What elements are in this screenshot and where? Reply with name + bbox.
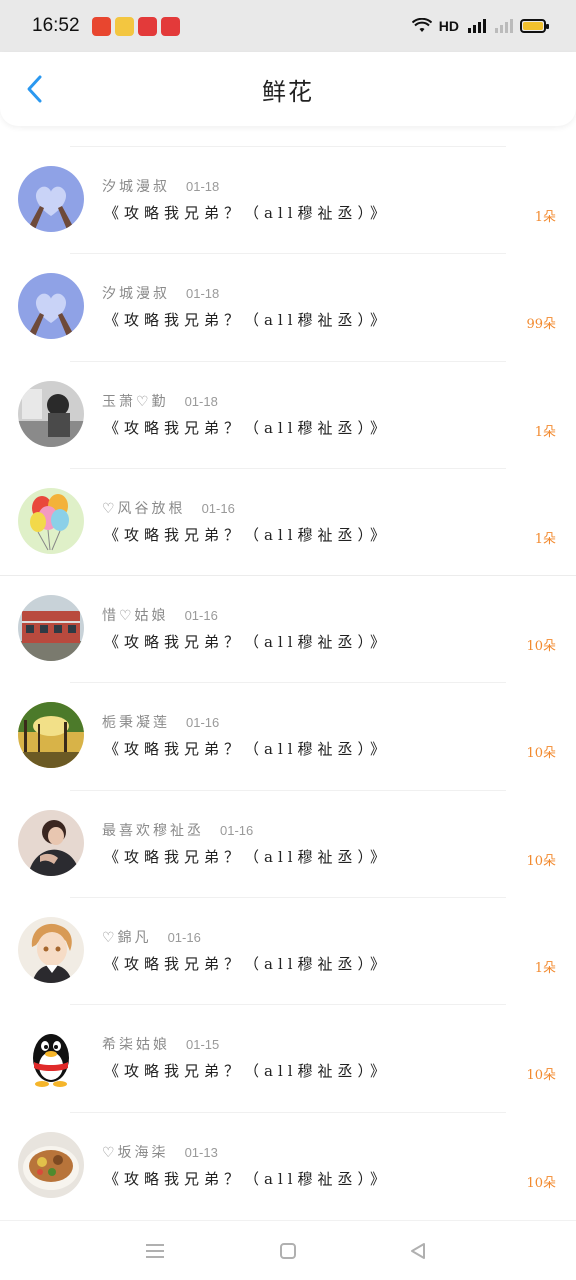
row-divider — [70, 253, 506, 255]
bw-photo-avatar[interactable] — [18, 380, 84, 447]
item-title: 《攻略我兄弟？（all穆祉丞）》 — [104, 525, 391, 544]
app-notification-icon — [114, 16, 134, 36]
flower-amount: 1朵 — [534, 531, 556, 547]
row-divider — [70, 1004, 506, 1006]
app-root: 16:52 HD 鲜花 汐城漫叔 01-18 《攻略我兄弟？（all穆祉丞）》 … — [0, 0, 576, 1280]
username: 惜♡姑娘 — [102, 608, 169, 625]
signal-icon — [468, 19, 486, 33]
menu-button[interactable] — [143, 1239, 167, 1263]
username: 汐城漫叔 — [102, 286, 170, 303]
app-notification-icon — [137, 16, 157, 36]
username: 汐城漫叔 — [102, 179, 170, 195]
row-divider — [70, 897, 506, 899]
username: ♡錦凡 — [102, 930, 152, 947]
date: 01-16 — [220, 822, 254, 838]
date: 01-13 — [184, 1144, 218, 1160]
gift-list: 汐城漫叔 01-18 《攻略我兄弟？（all穆祉丞）》 1朵 汐城漫叔 01-1… — [0, 146, 576, 1219]
penguin-avatar[interactable] — [18, 1024, 84, 1091]
item-title: 《攻略我兄弟？（all穆祉丞）》 — [104, 1062, 391, 1081]
row-divider — [70, 682, 506, 684]
nav-back-button[interactable] — [406, 1239, 430, 1263]
list-item[interactable]: 最喜欢穆祉丞 01-16 《攻略我兄弟？（all穆祉丞）》 10朵 — [0, 789, 576, 897]
date: 01-15 — [186, 1037, 220, 1053]
username: ♡风谷放根 — [102, 500, 186, 517]
flower-amount: 1朵 — [534, 424, 556, 440]
flower-amount: 99朵 — [526, 317, 556, 333]
item-title: 《攻略我兄弟？（all穆祉丞）》 — [104, 633, 391, 652]
app-notification-icon — [160, 16, 180, 36]
battery-icon — [520, 19, 549, 33]
date: 01-18 — [184, 393, 218, 409]
list-item[interactable]: 汐城漫叔 01-18 《攻略我兄弟？（all穆祉丞）》 1朵 — [0, 146, 576, 253]
date: 01-18 — [186, 179, 220, 194]
date: 01-16 — [201, 500, 235, 516]
flower-amount: 10朵 — [526, 853, 556, 869]
row-divider — [70, 789, 506, 791]
flower-amount: 1朵 — [534, 210, 556, 225]
app-notification-icon — [91, 16, 111, 36]
battery-level — [523, 22, 543, 30]
home-icon — [280, 1243, 296, 1259]
flower-amount: 10朵 — [526, 746, 556, 762]
list-item[interactable]: ♡坂海柒 01-13 《攻略我兄弟？（all穆祉丞）》 10朵 — [0, 1111, 576, 1219]
wifi-icon — [411, 18, 432, 32]
home-button[interactable] — [276, 1239, 300, 1263]
date: 01-16 — [167, 930, 201, 946]
item-title: 《攻略我兄弟？（all穆祉丞）》 — [104, 847, 391, 866]
flower-amount: 10朵 — [526, 639, 556, 655]
item-title: 《攻略我兄弟？（all穆祉丞）》 — [104, 311, 391, 330]
menu-icon — [146, 1244, 164, 1258]
balloons-avatar[interactable] — [18, 487, 84, 554]
row-divider — [0, 575, 576, 577]
back-button[interactable] — [18, 72, 52, 106]
list-item[interactable]: 玉萧♡勤 01-18 《攻略我兄弟？（all穆祉丞）》 1朵 — [0, 360, 576, 468]
flower-amount: 1朵 — [534, 961, 556, 977]
person-photo-avatar[interactable] — [18, 809, 84, 876]
username: ♡坂海柒 — [102, 1144, 169, 1161]
list-item[interactable]: 惜♡姑娘 01-16 《攻略我兄弟？（all穆祉丞）》 10朵 — [0, 575, 576, 682]
heart-hands-avatar[interactable] — [18, 166, 84, 232]
row-divider — [70, 1111, 506, 1113]
username: 希柒姑娘 — [102, 1037, 170, 1054]
page-title: 鲜花 — [262, 77, 314, 106]
system-nav-bar — [0, 1220, 576, 1280]
date: 01-16 — [184, 608, 218, 624]
item-title: 《攻略我兄弟？（all穆祉丞）》 — [104, 204, 391, 222]
flower-amount: 10朵 — [526, 1068, 556, 1084]
item-title: 《攻略我兄弟？（all穆祉丞）》 — [104, 1169, 391, 1188]
forest-avatar[interactable] — [18, 702, 84, 769]
item-title: 《攻略我兄弟？（all穆祉丞）》 — [104, 418, 391, 437]
chevron-left-icon — [27, 75, 42, 103]
date: 01-18 — [186, 286, 220, 302]
signal-weak-icon — [495, 19, 513, 33]
food-bowl-avatar[interactable] — [18, 1131, 84, 1198]
status-indicators: HD — [411, 18, 549, 34]
network-label: HD — [438, 18, 459, 34]
list-item[interactable]: 希柒姑娘 01-15 《攻略我兄弟？（all穆祉丞）》 10朵 — [0, 1004, 576, 1111]
status-time: 16:52 — [32, 15, 80, 36]
row-divider — [70, 360, 506, 362]
username: 最喜欢穆祉丞 — [102, 822, 204, 839]
username: 栀秉凝莲 — [102, 715, 170, 732]
heart-hands-avatar[interactable] — [18, 273, 84, 340]
building-avatar[interactable] — [18, 595, 84, 662]
anime-boy-avatar[interactable] — [18, 917, 84, 984]
item-title: 《攻略我兄弟？（all穆祉丞）》 — [104, 955, 391, 974]
row-divider — [70, 467, 506, 469]
list-item[interactable]: 栀秉凝莲 01-16 《攻略我兄弟？（all穆祉丞）》 10朵 — [0, 682, 576, 789]
list-item[interactable]: ♡錦凡 01-16 《攻略我兄弟？（all穆祉丞）》 1朵 — [0, 897, 576, 1004]
page-header: 鲜花 — [0, 52, 576, 126]
item-title: 《攻略我兄弟？（all穆祉丞）》 — [104, 740, 391, 759]
flower-amount: 10朵 — [526, 1175, 556, 1191]
list-item[interactable]: ♡风谷放根 01-16 《攻略我兄弟？（all穆祉丞）》 1朵 — [0, 467, 576, 575]
username: 玉萧♡勤 — [102, 393, 169, 410]
date: 01-16 — [186, 715, 220, 731]
row-divider — [70, 146, 506, 147]
list-item[interactable]: 汐城漫叔 01-18 《攻略我兄弟？（all穆祉丞）》 99朵 — [0, 253, 576, 360]
status-bar: 16:52 HD — [0, 0, 576, 52]
back-triangle-icon — [411, 1243, 425, 1259]
